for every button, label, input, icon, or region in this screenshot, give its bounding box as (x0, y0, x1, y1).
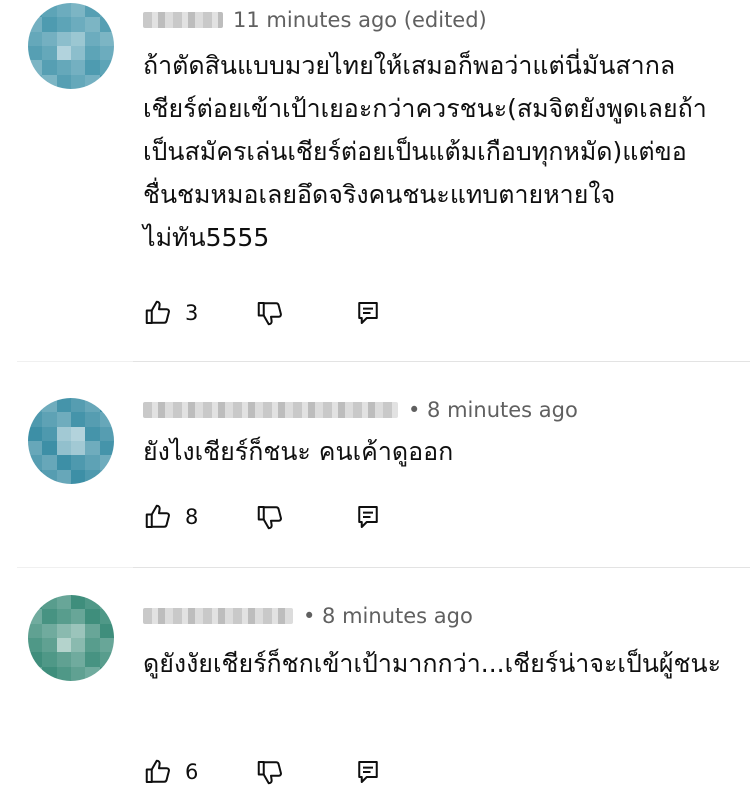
avatar[interactable] (28, 398, 114, 484)
comment-time: • 8 minutes ago (408, 398, 578, 422)
thumbs-down-icon (257, 761, 282, 785)
like-count: 8 (185, 505, 199, 529)
like-button[interactable]: 6 (143, 757, 205, 787)
thumbs-up-icon (145, 300, 170, 324)
like-count: 3 (185, 301, 199, 325)
avatar[interactable] (28, 3, 114, 89)
comment-meta: • 8 minutes ago (143, 398, 578, 422)
reply-icon (358, 761, 378, 783)
dislike-button[interactable] (255, 298, 285, 328)
comment: • 8 minutes ago ยังไงเชียร์ก็ชนะ คนเค้าด… (0, 362, 750, 567)
reply-icon (358, 302, 378, 324)
author-name-blurred[interactable] (143, 608, 293, 624)
dislike-button[interactable] (255, 757, 285, 787)
comment: • 8 minutes ago ดูยังงัยเชียร์ก็ชกเข้าเป… (0, 568, 750, 801)
comment-text: ถ้าตัดสินแบบมวยไทยให้เสมอก็พอว่าแต่นี่มั… (143, 51, 707, 252)
comment-actions: 8 (143, 500, 383, 534)
dislike-button[interactable] (255, 502, 285, 532)
thumbs-up-icon (145, 759, 170, 783)
like-button[interactable]: 3 (143, 298, 205, 328)
avatar[interactable] (28, 595, 114, 681)
thumbs-down-icon (257, 302, 282, 326)
comment-time: • 8 minutes ago (303, 604, 473, 628)
comment-meta: • 8 minutes ago (143, 604, 473, 628)
thumbs-up-icon (145, 504, 170, 528)
comment-time: 11 minutes ago (edited) (233, 8, 487, 32)
thumbs-down-icon (257, 506, 282, 530)
comment-actions: 3 (143, 296, 383, 330)
author-name-blurred[interactable] (143, 402, 398, 418)
comment: 11 minutes ago (edited) ถ้าตัดสินแบบมวยไ… (0, 0, 750, 360)
comment-meta: 11 minutes ago (edited) (143, 8, 487, 32)
like-count: 6 (185, 760, 199, 784)
reply-button[interactable] (353, 298, 383, 328)
comment-text: ดูยังงัยเชียร์ก็ชกเข้าเป้ามากกว่า...เชีย… (143, 649, 722, 678)
like-button[interactable]: 8 (143, 502, 205, 532)
author-name-blurred[interactable] (143, 12, 223, 28)
reply-button[interactable] (353, 757, 383, 787)
comment-actions: 6 (143, 755, 383, 789)
reply-button[interactable] (353, 502, 383, 532)
comment-text: ยังไงเชียร์ก็ชนะ คนเค้าดูออก (143, 437, 454, 466)
reply-icon (358, 506, 378, 528)
